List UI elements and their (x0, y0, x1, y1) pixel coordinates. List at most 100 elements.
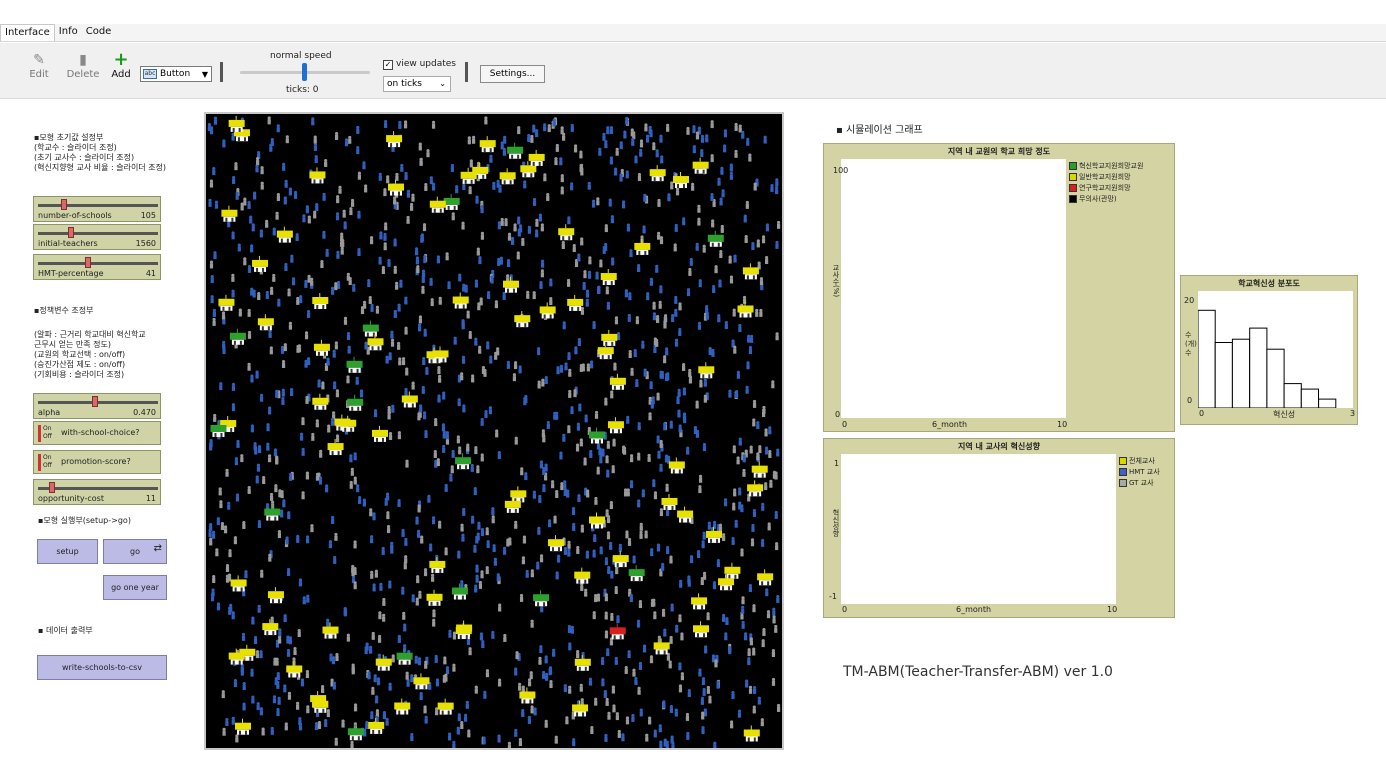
teacher-agent (537, 380, 541, 389)
teacher-agent (335, 652, 339, 661)
teacher-agent (429, 277, 433, 286)
teacher-agent (555, 411, 559, 420)
slider-thumb[interactable] (67, 227, 74, 238)
teacher-agent (696, 550, 701, 559)
teacher-agent (524, 472, 528, 481)
settings-button[interactable]: Settings... (480, 65, 545, 83)
school-agent (262, 619, 279, 636)
teacher-agent (333, 381, 337, 390)
teacher-agent (692, 125, 696, 134)
teacher-agent (405, 459, 409, 468)
teacher-agent (475, 574, 479, 583)
teacher-agent (604, 397, 608, 406)
teacher-agent (281, 388, 285, 397)
teacher-agent (386, 175, 390, 184)
teacher-agent (255, 475, 259, 484)
teacher-agent (512, 373, 517, 382)
teacher-agent (556, 366, 560, 375)
x-min-label: 0 (842, 420, 848, 429)
teacher-agent (382, 710, 387, 719)
legend-swatch (1119, 479, 1127, 487)
teacher-agent (288, 321, 293, 330)
teacher-agent (285, 536, 289, 545)
teacher-agent (352, 283, 356, 292)
teacher-agent (401, 357, 406, 366)
teacher-agent (625, 116, 629, 125)
update-mode-select[interactable]: on ticks ⌄ (383, 76, 451, 92)
tab-interface[interactable]: Interface (0, 24, 55, 41)
promotion-score-switch[interactable]: On Off promotion-score? (33, 450, 161, 474)
teacher-agent (434, 418, 438, 427)
teacher-agent (733, 488, 737, 497)
add-button[interactable]: + Add (104, 51, 138, 81)
teacher-agent (335, 389, 340, 398)
slider-thumb[interactable] (60, 199, 67, 210)
teacher-agent (222, 345, 226, 354)
view-updates-checkbox[interactable]: ✓ (383, 60, 393, 70)
teacher-agent (432, 609, 436, 618)
x-min-label: 0 (842, 605, 848, 614)
delete-button[interactable]: ▮ Delete (63, 51, 103, 80)
teacher-agent (276, 680, 280, 689)
tab-info[interactable]: Info (55, 24, 82, 41)
teacher-agent (433, 449, 437, 458)
teacher-agent (227, 501, 231, 510)
teacher-agent (438, 296, 442, 305)
teacher-agent (209, 439, 213, 448)
write-csv-button[interactable]: write-schools-to-csv (37, 655, 167, 680)
teacher-agent (418, 590, 422, 599)
tab-code[interactable]: Code (82, 24, 116, 41)
teacher-agent (728, 255, 732, 264)
go-button[interactable]: go ⇄ (103, 539, 167, 564)
slider-value: 41 (145, 269, 156, 278)
teacher-agent (556, 554, 561, 563)
slider-thumb[interactable] (49, 482, 56, 493)
teacher-agent (678, 614, 682, 623)
world-view[interactable] (204, 112, 784, 750)
slider-thumb[interactable] (84, 257, 91, 268)
school-agent (693, 621, 710, 638)
widget-type-select[interactable]: abc Button ▼ (140, 66, 212, 82)
teacher-agent (278, 628, 282, 637)
teacher-agent (659, 439, 663, 448)
teacher-agent (706, 612, 710, 621)
teacher-agent (257, 604, 261, 613)
teacher-agent (210, 593, 215, 602)
teacher-agent (595, 271, 599, 280)
teacher-agent (776, 220, 781, 229)
initial-teachers-slider[interactable]: initial-teachers 1560 (33, 224, 161, 250)
teacher-agent (460, 580, 464, 589)
teacher-agent (776, 594, 780, 603)
edit-button[interactable]: ✎ Edit (22, 51, 56, 80)
teacher-agent (462, 404, 466, 413)
teacher-agent (552, 648, 556, 657)
teacher-agent (231, 716, 235, 725)
teacher-agent (306, 594, 310, 603)
toggle-switch[interactable]: On Off (38, 454, 56, 471)
number-of-schools-slider[interactable]: number-of-schools 105 (33, 196, 161, 222)
legend-label: 연구학교지원희망 (1079, 184, 1131, 192)
teacher-agent (519, 593, 524, 602)
teacher-agent (486, 341, 490, 350)
slider-value: 105 (140, 211, 156, 220)
teacher-agent (634, 155, 638, 164)
teacher-agent (275, 389, 279, 398)
hmt-percentage-slider[interactable]: HMT-percentage 41 (33, 254, 161, 280)
slider-thumb[interactable] (91, 396, 98, 407)
edit-label: Edit (29, 69, 49, 80)
teacher-agent (269, 143, 273, 152)
teacher-agent (212, 167, 216, 176)
opportunity-cost-slider[interactable]: opportunity-cost 11 (33, 479, 161, 505)
teacher-agent (671, 741, 675, 748)
alpha-slider[interactable]: alpha 0.470 (33, 393, 161, 419)
teacher-agent (328, 540, 333, 549)
toggle-switch[interactable]: On Off (38, 425, 56, 442)
teacher-agent (253, 442, 257, 451)
go-one-year-button[interactable]: go one year (103, 575, 167, 600)
with-school-choice-switch[interactable]: On Off with-school-choice? (33, 421, 161, 445)
teacher-agent (708, 695, 712, 704)
speed-slider-thumb[interactable] (302, 63, 307, 81)
school-agent (394, 698, 411, 715)
teacher-agent (370, 711, 374, 720)
setup-button[interactable]: setup (37, 539, 98, 564)
